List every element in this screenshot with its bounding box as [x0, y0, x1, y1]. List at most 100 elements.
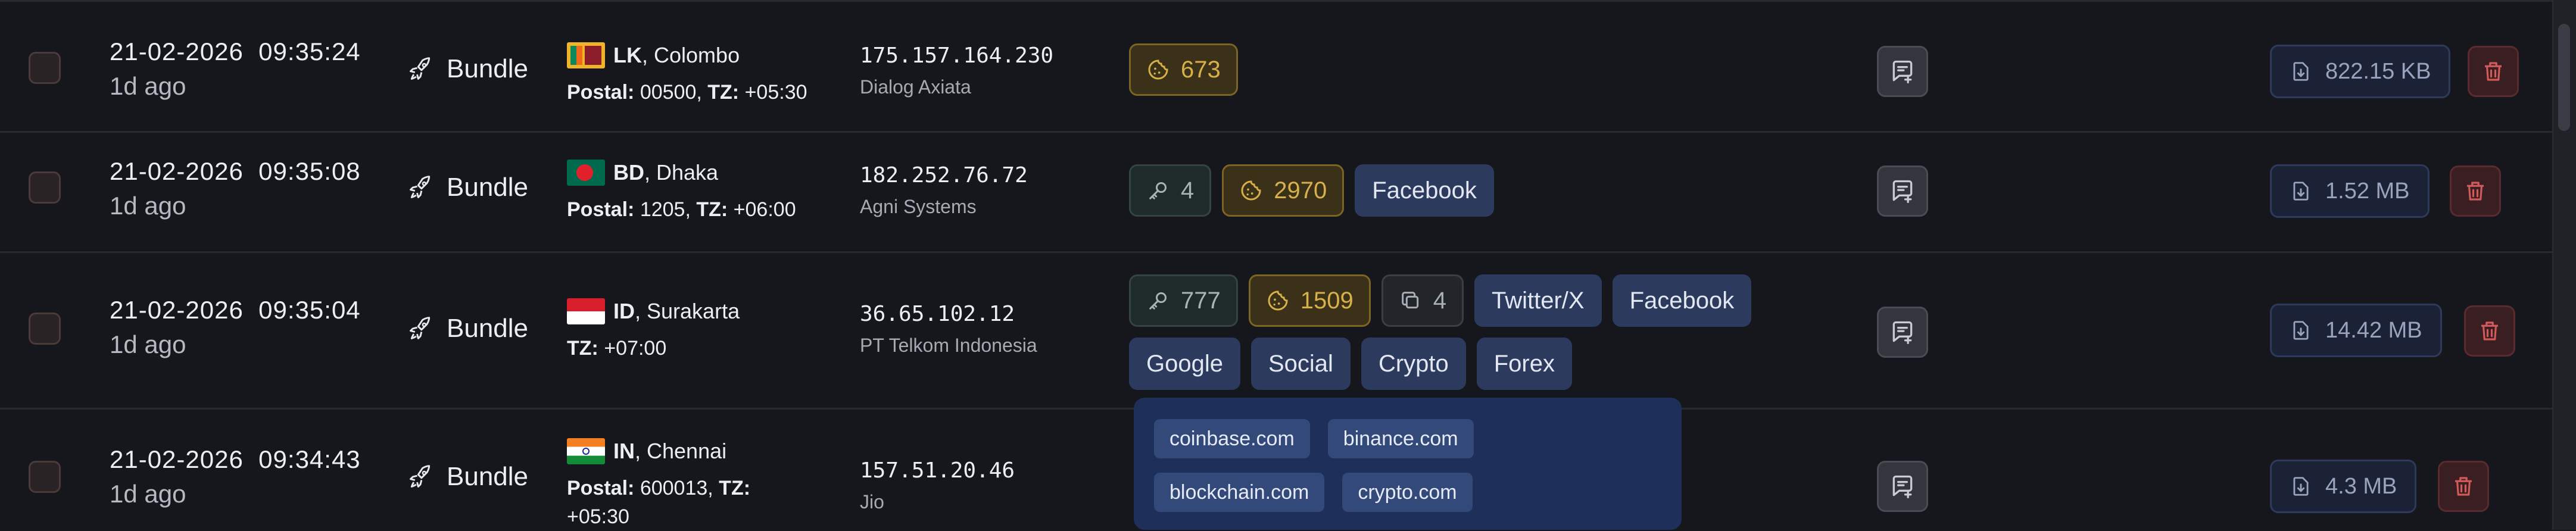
ip-address: 182.252.76.72: [860, 163, 1028, 188]
download-button[interactable]: 822.15 KB: [2270, 45, 2451, 98]
copy-icon: [1399, 289, 1423, 313]
timezone: +05:30: [567, 505, 629, 528]
domain-chip[interactable]: coinbase.com: [1154, 419, 1310, 458]
domain-chip[interactable]: binance.com: [1327, 419, 1474, 458]
ip-address: 175.157.164.230: [860, 43, 1054, 68]
trash-icon: [2477, 318, 2502, 343]
tz-label: TZ:: [696, 198, 728, 221]
file-size: 1.52 MB: [2325, 178, 2410, 204]
timestamp: 21-02-2026 09:34:43: [110, 445, 361, 473]
cookies-badge[interactable]: 673: [1129, 43, 1238, 96]
tags-cell: 4 2970 Facebook: [1129, 164, 1844, 217]
tags-cell: 673: [1129, 43, 1844, 96]
file-size: 4.3 MB: [2325, 473, 2397, 499]
add-note-button[interactable]: [1877, 307, 1928, 358]
site-tag[interactable]: Forex: [1476, 338, 1572, 390]
passwords-badge[interactable]: 4: [1129, 164, 1212, 217]
download-button[interactable]: 1.52 MB: [2270, 164, 2430, 218]
add-note-icon: [1889, 319, 1916, 345]
cookie-icon: [1266, 289, 1290, 313]
date-cell: 21-02-2026 09:35:08 1d ago: [110, 157, 361, 220]
row-select-checkbox[interactable]: [29, 313, 61, 345]
table-row[interactable]: 21-02-2026 09:35:04 1d ago Bundle ID, Su…: [0, 253, 2553, 410]
site-tag[interactable]: Crypto: [1361, 338, 1466, 390]
site-tag[interactable]: Facebook: [1355, 164, 1494, 217]
isp-name: PT Telkom Indonesia: [860, 335, 1037, 356]
flag-bd-icon: [567, 160, 605, 186]
cookies-badge[interactable]: 2970: [1222, 164, 1345, 217]
isp-name: Dialog Axiata: [860, 76, 971, 98]
tags-popover: coinbase.com binance.com blockchain.com …: [1134, 398, 1682, 530]
tags-cell: 777 1509 4 Twitter/X Facebook Google Soc…: [1129, 274, 1784, 390]
add-note-button[interactable]: [1877, 46, 1928, 97]
scrollbar-thumb[interactable]: [2558, 24, 2570, 131]
relative-time: 1d ago: [110, 480, 186, 508]
tz-label: TZ:: [567, 337, 598, 360]
relative-time: 1d ago: [110, 330, 186, 358]
download-icon: [2290, 60, 2312, 83]
city: Dhaka: [656, 160, 719, 185]
cookies-badge[interactable]: 1509: [1248, 274, 1371, 327]
trash-icon: [2481, 59, 2506, 84]
row-select-checkbox[interactable]: [29, 461, 61, 493]
type-cell: Bundle: [407, 54, 528, 84]
row-select-checkbox[interactable]: [29, 52, 61, 84]
relative-time: 1d ago: [110, 192, 186, 220]
domain-chip[interactable]: crypto.com: [1342, 473, 1473, 512]
table-row[interactable]: 21-02-2026 09:35:08 1d ago Bundle BD, Dh…: [0, 131, 2553, 253]
type-cell: Bundle: [407, 462, 528, 492]
ip-cell: 36.65.102.12 PT Telkom Indonesia: [860, 302, 1037, 357]
site-tag[interactable]: Facebook: [1612, 274, 1752, 327]
delete-button[interactable]: [2468, 46, 2519, 97]
timezone: +07:00: [604, 337, 667, 360]
download-icon: [2290, 319, 2312, 342]
location-cell: BD, Dhaka Postal: 1205, TZ: +06:00: [567, 160, 796, 221]
row-select-checkbox[interactable]: [29, 171, 61, 204]
cookies-count: 1509: [1300, 287, 1354, 314]
passwords-badge[interactable]: 777: [1129, 274, 1238, 327]
country-code: ID: [613, 299, 635, 323]
rocket-icon: [407, 174, 434, 201]
country-code: BD: [613, 160, 644, 185]
table-row[interactable]: 21-02-2026 09:35:24 1d ago Bundle LK, Co…: [0, 0, 2553, 133]
cookie-icon: [1146, 58, 1170, 82]
site-tag[interactable]: Google: [1129, 338, 1240, 390]
add-note-button[interactable]: [1877, 165, 1928, 217]
file-size: 14.42 MB: [2325, 317, 2422, 343]
domain-chip[interactable]: blockchain.com: [1154, 473, 1325, 512]
cookies-count: 673: [1181, 56, 1221, 83]
delete-button[interactable]: [2464, 305, 2515, 357]
add-note-button[interactable]: [1877, 461, 1928, 512]
copies-badge[interactable]: 4: [1381, 274, 1464, 327]
site-tag[interactable]: Twitter/X: [1474, 274, 1602, 327]
flag-lk-icon: [567, 42, 605, 68]
isp-name: Agni Systems: [860, 196, 977, 217]
timestamp: 21-02-2026 09:35:04: [110, 296, 361, 324]
rocket-icon: [407, 464, 434, 490]
postal-label: Postal:: [567, 198, 635, 221]
city: Surakarta: [647, 299, 740, 323]
tz-label: TZ:: [719, 477, 751, 499]
download-icon: [2290, 180, 2312, 202]
postal-code: 600013,: [640, 477, 713, 499]
delete-button[interactable]: [2438, 461, 2489, 512]
date-cell: 21-02-2026 09:35:04 1d ago: [110, 296, 361, 359]
site-tag[interactable]: Social: [1250, 338, 1351, 390]
vertical-scrollbar[interactable]: [2552, 0, 2576, 530]
download-button[interactable]: 14.42 MB: [2270, 304, 2442, 357]
passwords-count: 777: [1181, 287, 1221, 314]
type-label: Bundle: [447, 54, 529, 83]
postal-code: 1205,: [640, 198, 691, 221]
delete-button[interactable]: [2450, 165, 2501, 217]
tz-label: TZ:: [707, 81, 740, 104]
flag-in-icon: [567, 438, 605, 464]
key-icon: [1146, 289, 1170, 313]
ip-address: 157.51.20.46: [860, 458, 1015, 483]
timezone: +05:30: [744, 81, 807, 104]
add-note-icon: [1889, 58, 1916, 85]
location-cell: LK, Colombo Postal: 00500, TZ: +05:30: [567, 42, 807, 104]
country-code: LK: [613, 43, 642, 67]
download-button[interactable]: 4.3 MB: [2270, 460, 2417, 513]
passwords-count: 4: [1181, 177, 1195, 204]
ip-cell: 175.157.164.230 Dialog Axiata: [860, 43, 1053, 98]
